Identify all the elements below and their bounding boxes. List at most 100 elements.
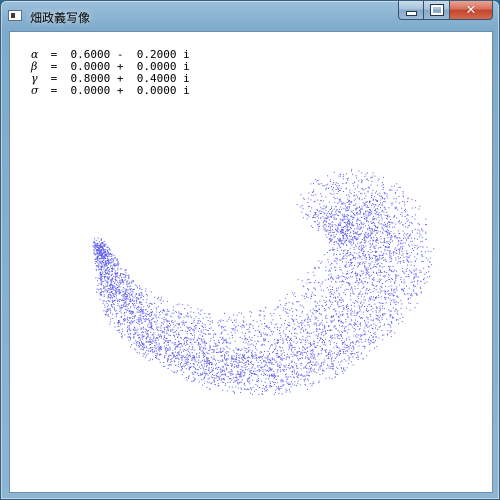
- fractal-point: [133, 335, 135, 337]
- fractal-point: [263, 360, 265, 362]
- fractal-point: [109, 297, 111, 299]
- fractal-point: [393, 289, 395, 291]
- fractal-point: [227, 364, 228, 366]
- fractal-point: [307, 368, 309, 370]
- fractal-point: [140, 327, 142, 329]
- fractal-point: [344, 344, 346, 346]
- fractal-point: [289, 338, 291, 340]
- fractal-point: [175, 358, 177, 360]
- fractal-point: [355, 246, 357, 247]
- fractal-point: [188, 369, 190, 370]
- fractal-point: [325, 266, 327, 268]
- fractal-point: [318, 333, 320, 335]
- maximize-button[interactable]: [424, 1, 450, 20]
- fractal-point: [342, 325, 344, 327]
- fractal-point: [144, 320, 146, 322]
- fractal-point: [224, 353, 226, 355]
- fractal-point: [272, 358, 274, 360]
- fractal-point: [176, 370, 178, 372]
- fractal-point: [222, 370, 223, 372]
- fractal-point: [155, 315, 157, 317]
- fractal-point: [428, 266, 430, 268]
- close-button[interactable]: ✕: [450, 1, 493, 20]
- fractal-point: [213, 351, 215, 353]
- fractal-point: [187, 337, 189, 339]
- fractal-point: [238, 372, 240, 374]
- fractal-point: [118, 320, 120, 322]
- fractal-point: [295, 355, 297, 357]
- fractal-point: [331, 338, 333, 340]
- fractal-point: [95, 248, 97, 249]
- fractal-point: [115, 316, 117, 318]
- fractal-point: [215, 367, 217, 369]
- fractal-point: [409, 309, 411, 311]
- title-bar[interactable]: 畑政義写像 ✕: [1, 1, 499, 31]
- fractal-point: [93, 240, 95, 242]
- fractal-point: [280, 363, 282, 365]
- fractal-point: [414, 307, 416, 309]
- fractal-point: [294, 349, 296, 350]
- fractal-point: [235, 326, 237, 328]
- fractal-point: [104, 251, 106, 253]
- fractal-point: [265, 362, 267, 364]
- fractal-point: [309, 320, 311, 322]
- fractal-point: [306, 374, 308, 376]
- fractal-point: [275, 353, 277, 354]
- fractal-point: [199, 373, 201, 375]
- app-window-icon[interactable]: [8, 10, 22, 21]
- fractal-point: [204, 324, 206, 326]
- fractal-point: [270, 313, 272, 315]
- fractal-point: [190, 363, 192, 365]
- fractal-point: [375, 259, 377, 261]
- fractal-point: [229, 348, 231, 350]
- fractal-point: [116, 330, 118, 332]
- fractal-point: [357, 257, 359, 259]
- fractal-point: [286, 312, 288, 314]
- fractal-point: [393, 291, 395, 293]
- fractal-point: [98, 241, 100, 243]
- fractal-point: [133, 326, 135, 328]
- fractal-point: [140, 306, 142, 308]
- fractal-point: [155, 350, 157, 352]
- fractal-point: [116, 289, 118, 291]
- fractal-point: [401, 215, 403, 217]
- fractal-point: [271, 315, 273, 317]
- fractal-point: [128, 302, 130, 304]
- fractal-point: [192, 363, 194, 365]
- fractal-point: [346, 313, 348, 315]
- fractal-point: [256, 349, 258, 351]
- fractal-point: [218, 324, 220, 326]
- fractal-point: [103, 252, 105, 254]
- fractal-point: [311, 344, 313, 346]
- fractal-point: [392, 307, 394, 309]
- fractal-point: [103, 241, 105, 242]
- fractal-point: [156, 317, 158, 319]
- fractal-point: [138, 285, 140, 287]
- fractal-point: [293, 361, 295, 363]
- fractal-point: [326, 287, 328, 289]
- fractal-point: [277, 369, 279, 371]
- fractal-point: [329, 285, 331, 287]
- fractal-point: [384, 250, 386, 252]
- minimize-button[interactable]: [398, 1, 424, 20]
- fractal-point: [319, 340, 320, 342]
- fractal-point: [278, 333, 280, 335]
- fractal-point: [330, 320, 332, 322]
- fractal-point: [274, 382, 276, 383]
- fractal-point: [323, 340, 324, 341]
- fractal-point: [135, 340, 137, 342]
- fractal-point: [382, 339, 384, 341]
- fractal-point: [231, 371, 233, 373]
- fractal-point: [125, 288, 127, 290]
- fractal-point: [207, 359, 209, 361]
- fractal-point: [115, 314, 117, 316]
- fractal-point: [203, 378, 205, 380]
- fractal-point: [357, 359, 359, 360]
- fractal-point: [247, 343, 249, 345]
- fractal-point: [267, 351, 269, 352]
- fractal-point: [154, 340, 156, 342]
- fractal-point: [236, 376, 238, 378]
- fractal-point: [237, 383, 239, 385]
- fractal-point: [293, 341, 295, 343]
- fractal-point: [127, 325, 129, 327]
